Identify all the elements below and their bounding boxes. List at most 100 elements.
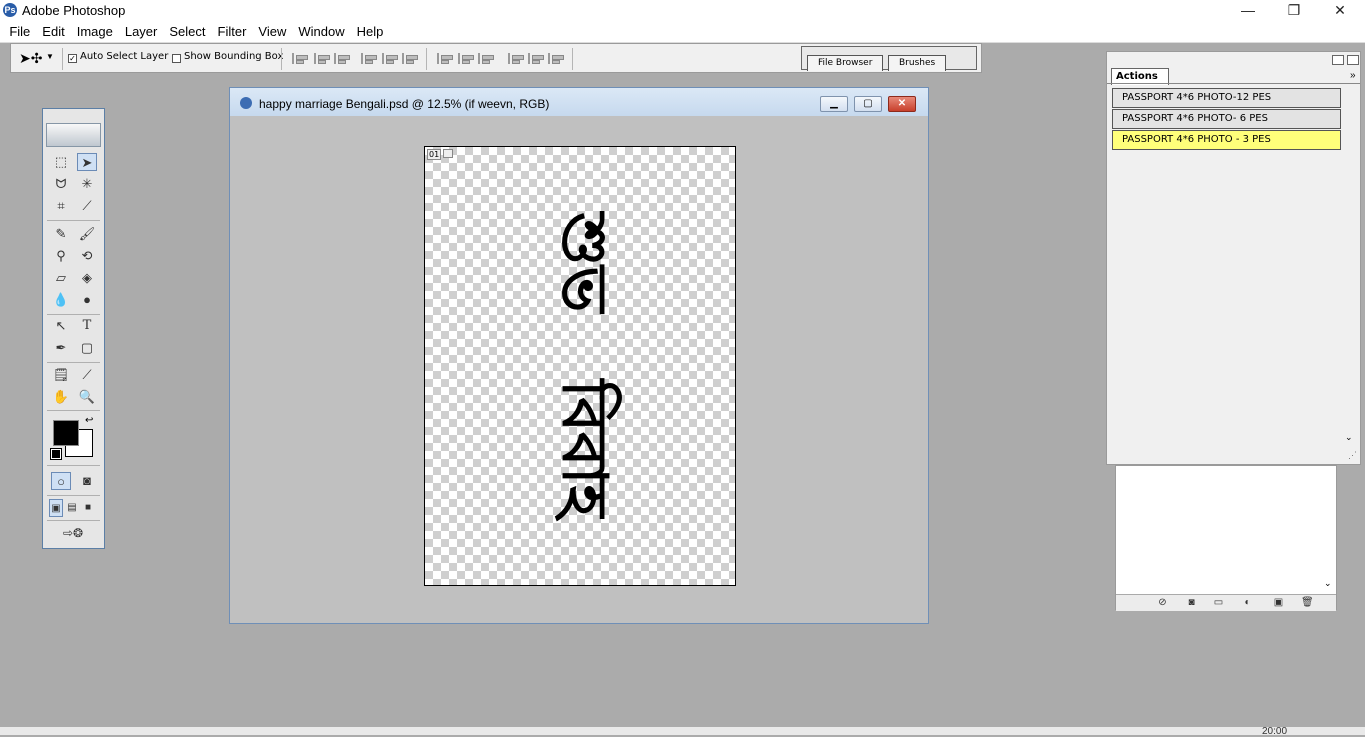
- secondary-panel: ⌄ ⊘ ◙ ▭ ◐ ▣ 🗑: [1115, 465, 1337, 611]
- separator: [47, 520, 100, 521]
- menu-help[interactable]: Help: [351, 22, 390, 42]
- photoshop-icon: Ps: [3, 3, 17, 17]
- clone-stamp-icon[interactable]: ⚲: [51, 247, 71, 265]
- align-bottom-icon[interactable]: [334, 53, 350, 64]
- taskbar-clock: 20:00: [1262, 726, 1288, 737]
- minimize-button[interactable]: —: [1225, 0, 1271, 22]
- align-top-icon[interactable]: [292, 53, 308, 64]
- restore-button[interactable]: ❐: [1271, 0, 1317, 22]
- pen-icon[interactable]: ✒: [51, 339, 71, 357]
- menu-select[interactable]: Select: [163, 22, 211, 42]
- doc-minimize-button[interactable]: ▁: [820, 96, 848, 112]
- distribute-right-icon[interactable]: [548, 53, 564, 64]
- align-horizontal-center-icon[interactable]: [382, 53, 398, 64]
- close-button[interactable]: ✕: [1317, 0, 1363, 22]
- canvas[interactable]: 01 শুভ বিবাহ: [424, 146, 736, 586]
- type-icon[interactable]: T: [77, 317, 97, 335]
- tab-file-browser[interactable]: File Browser: [807, 55, 884, 71]
- menu-file[interactable]: File: [3, 22, 36, 42]
- trash-icon[interactable]: 🗑: [1301, 597, 1314, 608]
- brush-icon[interactable]: 🖌: [77, 225, 97, 243]
- distribute-center-icon[interactable]: [458, 53, 474, 64]
- new-layer-icon[interactable]: ▣: [1273, 597, 1284, 608]
- distribute-bottom-icon[interactable]: [478, 53, 494, 64]
- zoom-icon[interactable]: 🔍: [77, 388, 97, 406]
- resize-grip-icon[interactable]: ⋰: [1348, 450, 1357, 461]
- align-right-icon[interactable]: [402, 53, 418, 64]
- hand-icon[interactable]: ✋: [51, 388, 71, 406]
- auto-select-checkbox[interactable]: ✓: [68, 54, 77, 63]
- separator: [281, 48, 282, 70]
- move-tool-preset-icon[interactable]: ➤✣: [19, 50, 42, 67]
- full-screen-menu-icon[interactable]: ▤: [65, 499, 79, 517]
- toolbox: ⬚ ➤ ᗢ ✳ ⌗ ⟋ ✎ 🖌 ⚲ ⟲ ▱ ◈ 💧 ● ↖ T ✒ ▢ 🗒 ⟋ …: [42, 108, 105, 549]
- lasso-icon[interactable]: ᗢ: [51, 175, 71, 193]
- menu-filter[interactable]: Filter: [212, 22, 253, 42]
- action-item[interactable]: PASSPORT 4*6 PHOTO- 6 PES: [1112, 109, 1341, 129]
- mask-icon[interactable]: ◙: [1186, 597, 1197, 608]
- taskbar: 20:00: [0, 726, 1365, 737]
- slice-badge: 01: [427, 149, 442, 160]
- divider: [1107, 83, 1360, 84]
- history-brush-icon[interactable]: ⟲: [77, 247, 97, 265]
- scroll-down-icon[interactable]: ⌄: [1324, 578, 1332, 589]
- standard-mode-icon[interactable]: ○: [51, 472, 71, 490]
- foreground-color-swatch[interactable]: [53, 420, 79, 446]
- quick-mask-icon[interactable]: ◙: [77, 472, 97, 490]
- panel-menu-icon[interactable]: »: [1350, 70, 1356, 81]
- menu-edit[interactable]: Edit: [36, 22, 70, 42]
- actions-panel: Actions » PASSPORT 4*6 PHOTO-12 PES PASS…: [1106, 51, 1361, 465]
- crop-icon[interactable]: ⌗: [51, 197, 71, 215]
- menu-window[interactable]: Window: [292, 22, 350, 42]
- slice-icon[interactable]: ⟋: [77, 197, 97, 215]
- separator: [47, 362, 100, 363]
- standard-screen-icon[interactable]: ▣: [49, 499, 63, 517]
- menu-layer[interactable]: Layer: [119, 22, 164, 42]
- menu-image[interactable]: Image: [71, 22, 119, 42]
- bounding-box-checkbox[interactable]: [172, 54, 181, 63]
- separator: [572, 48, 573, 70]
- jump-to-imageready-icon[interactable]: ⇨❂: [53, 524, 93, 542]
- adjustment-icon[interactable]: ◐: [1242, 597, 1253, 608]
- doc-maximize-button[interactable]: ▢: [854, 96, 882, 112]
- align-left-icon[interactable]: [361, 53, 377, 64]
- path-select-icon[interactable]: ↖: [51, 317, 71, 335]
- doc-close-button[interactable]: ✕: [888, 96, 916, 112]
- dodge-icon[interactable]: ●: [77, 291, 97, 309]
- panel-minimize-icon[interactable]: [1332, 55, 1344, 65]
- notes-icon[interactable]: 🗒: [51, 366, 71, 384]
- paint-bucket-icon[interactable]: ◈: [77, 269, 97, 287]
- brush-preset-icon[interactable]: ⊘: [1157, 597, 1168, 608]
- blur-icon[interactable]: 💧: [51, 291, 71, 309]
- actions-scrollbar[interactable]: ⌄: [1343, 88, 1357, 448]
- shape-icon[interactable]: ▢: [77, 339, 97, 357]
- healing-brush-icon[interactable]: ✎: [51, 225, 71, 243]
- tab-brushes[interactable]: Brushes: [888, 55, 947, 71]
- action-item[interactable]: PASSPORT 4*6 PHOTO-12 PES: [1112, 88, 1341, 108]
- distribute-horizontal-icon[interactable]: [528, 53, 544, 64]
- align-vertical-center-icon[interactable]: [314, 53, 330, 64]
- swap-colors-icon[interactable]: ↩: [85, 415, 93, 426]
- separator: [47, 314, 100, 315]
- panel-close-icon[interactable]: [1347, 55, 1359, 65]
- options-bar: ➤✣ ▼ ✓ Auto Select Layer Show Bounding B…: [10, 43, 982, 73]
- magic-wand-icon[interactable]: ✳: [77, 175, 97, 193]
- distribute-left-icon[interactable]: [508, 53, 524, 64]
- app-title: Adobe Photoshop: [22, 3, 126, 18]
- scroll-down-icon[interactable]: ⌄: [1345, 432, 1353, 443]
- move-icon[interactable]: ➤: [77, 153, 97, 171]
- distribute-top-icon[interactable]: [437, 53, 453, 64]
- eraser-icon[interactable]: ▱: [51, 269, 71, 287]
- full-screen-icon[interactable]: ■: [81, 499, 95, 517]
- menu-view[interactable]: View: [252, 22, 292, 42]
- default-colors-icon[interactable]: [50, 448, 62, 460]
- bounding-box-label: Show Bounding Box: [184, 51, 284, 62]
- document-title: happy marriage Bengali.psd @ 12.5% (if w…: [259, 97, 550, 111]
- marquee-icon[interactable]: ⬚: [51, 153, 71, 171]
- adobe-online-icon[interactable]: [46, 123, 101, 147]
- eyedropper-icon[interactable]: ⟋: [77, 366, 97, 384]
- tool-preset-dropdown-icon[interactable]: ▼: [46, 52, 54, 61]
- action-item-selected[interactable]: PASSPORT 4*6 PHOTO - 3 PES: [1112, 130, 1341, 150]
- folder-icon[interactable]: ▭: [1213, 597, 1224, 608]
- separator: [62, 48, 63, 70]
